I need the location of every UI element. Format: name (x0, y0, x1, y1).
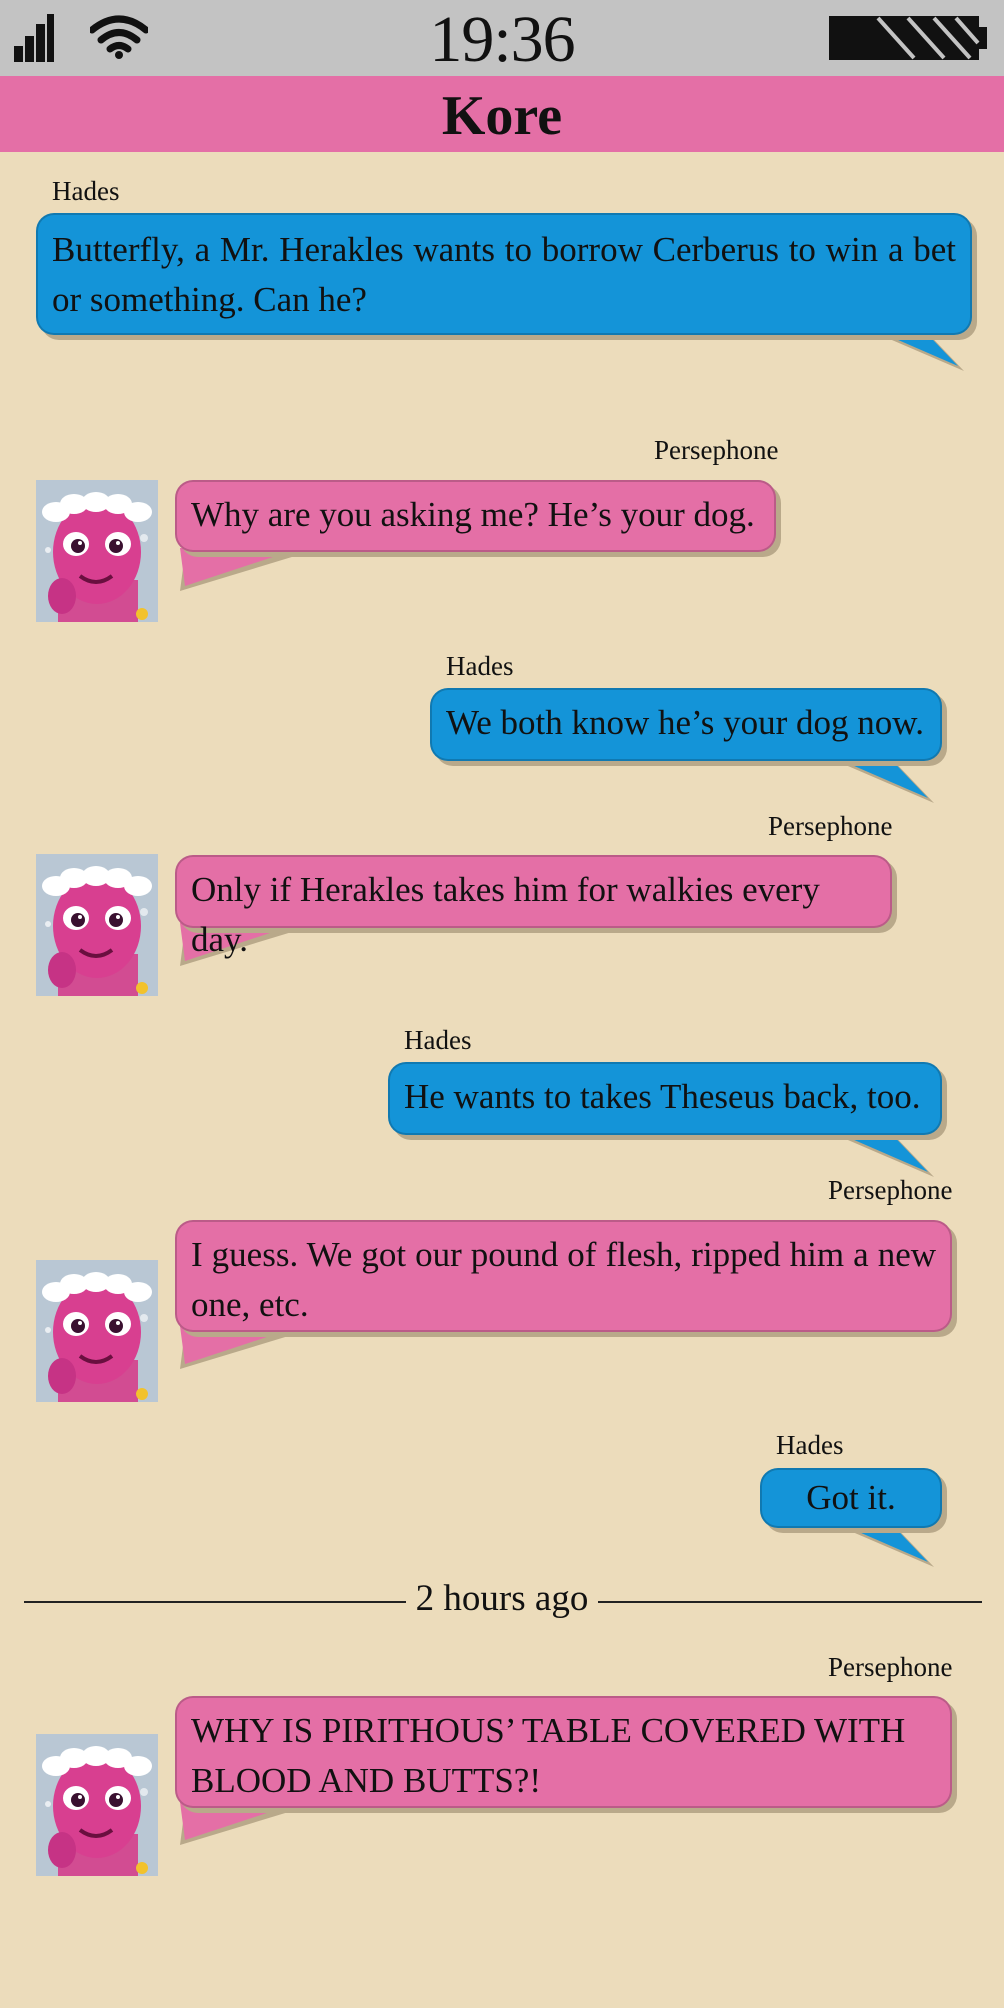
battery-icon (829, 16, 987, 60)
sender-name: Persephone (768, 811, 893, 841)
message-bubble[interactable]: WHY IS PIRITHOUS’ TABLE COVERED WITH BLO… (175, 1696, 952, 1808)
message-bubble[interactable]: He wants to takes Theseus back, too. (388, 1062, 942, 1135)
status-bar: 19:36 (0, 0, 1004, 76)
chat-header: Kore (0, 76, 1004, 152)
contact-name: Kore (441, 85, 563, 147)
bubble-tail (180, 548, 305, 591)
bubble-tail (180, 1326, 305, 1369)
message-bubble[interactable]: Butterfly, a Mr. Herakles wants to borro… (36, 213, 972, 335)
persephone-avatar[interactable] (36, 480, 158, 622)
message-bubble[interactable]: I guess. We got our pound of flesh, ripp… (175, 1220, 952, 1332)
message-bubble[interactable]: We both know he’s your dog now. (430, 688, 942, 761)
sender-name: Hades (776, 1430, 844, 1460)
sender-name: Persephone (828, 1652, 953, 1682)
divider-line-right (598, 1601, 982, 1603)
bubble-tail (180, 1802, 305, 1845)
sender-name: Hades (52, 176, 120, 206)
sender-name: Hades (404, 1025, 472, 1055)
message-bubble[interactable]: Got it. (760, 1468, 942, 1528)
time-divider-label: 2 hours ago (415, 1578, 589, 1619)
sender-name: Hades (446, 651, 514, 681)
persephone-avatar[interactable] (36, 1260, 158, 1402)
sender-name: Persephone (828, 1175, 953, 1205)
message-bubble[interactable]: Only if Herakles takes him for walkies e… (175, 855, 892, 959)
persephone-avatar[interactable] (36, 1734, 158, 1876)
message-bubble[interactable]: Why are you asking me? He’s your dog. (175, 480, 776, 552)
persephone-avatar[interactable] (36, 854, 158, 996)
bubble-tail (822, 752, 934, 803)
sender-name: Persephone (654, 435, 779, 465)
